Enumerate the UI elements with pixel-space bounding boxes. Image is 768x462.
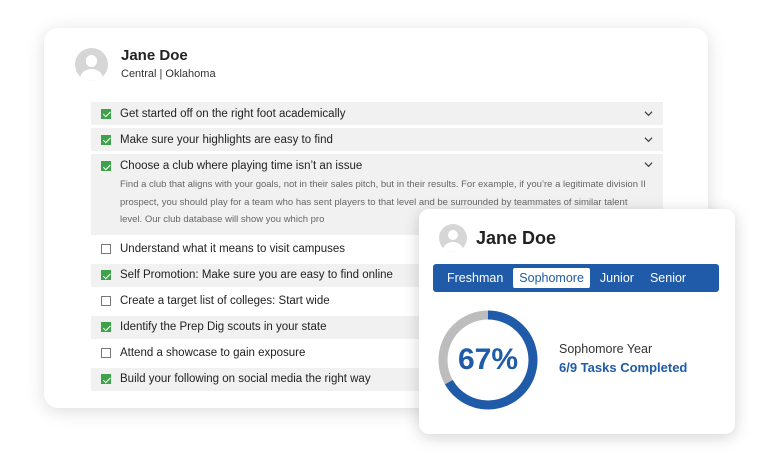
checklist-item[interactable]: Make sure your highlights are easy to fi… [91,128,663,151]
checklist-item-label: Choose a club where playing time isn’t a… [120,160,363,172]
checklist-item-label: Make sure your highlights are easy to fi… [120,133,333,146]
checkbox[interactable] [101,108,111,119]
profile-name: Jane Doe [121,47,188,64]
progress-percent: 67% [457,343,519,376]
checkbox[interactable] [101,161,111,171]
checklist-item-label: Understand what it means to visit campus… [120,243,345,255]
checklist-item-label: Self Promotion: Make sure you are easy t… [120,269,393,281]
year-tabs: Freshman Sophomore Junior Senior [433,264,719,292]
checklist-item-label: Create a target list of colleges: Start … [120,295,330,307]
checkbox[interactable] [101,322,111,332]
checkbox[interactable] [101,374,111,384]
progress-card-header: Jane Doe [439,224,556,252]
checkbox[interactable] [101,296,111,306]
progress-card-name: Jane Doe [476,227,557,248]
checkbox[interactable] [101,270,111,280]
tasks-completed: 6/9 Tasks Completed [559,360,688,375]
checkbox[interactable] [101,134,111,145]
tab-freshman[interactable]: Freshman [441,268,509,288]
profile-header: Jane Doe Central | Oklahoma [75,47,216,81]
chevron-down-icon[interactable] [644,135,653,144]
user-avatar-icon [439,224,467,252]
checklist-item-label: Attend a showcase to gain exposure [120,347,306,359]
checklist-item[interactable]: Get started off on the right foot academ… [91,102,663,125]
tab-sophomore[interactable]: Sophomore [513,268,590,288]
progress-card: Jane Doe Freshman Sophomore Junior Senio… [419,209,735,434]
tab-junior[interactable]: Junior [594,268,640,288]
profile-location: Central | Oklahoma [121,68,216,80]
chevron-down-icon[interactable] [644,160,653,169]
checklist-item-label: Build your following on social media the… [120,373,371,385]
chevron-down-icon[interactable] [644,109,653,118]
user-avatar-icon [75,47,108,81]
checklist-item-label: Identify the Prep Dig scouts in your sta… [120,321,327,333]
checklist-item-label: Get started off on the right foot academ… [120,107,346,120]
tab-senior[interactable]: Senior [644,268,692,288]
checkbox[interactable] [101,348,111,358]
checkbox[interactable] [101,244,111,254]
year-title: Sophomore Year [559,342,653,356]
